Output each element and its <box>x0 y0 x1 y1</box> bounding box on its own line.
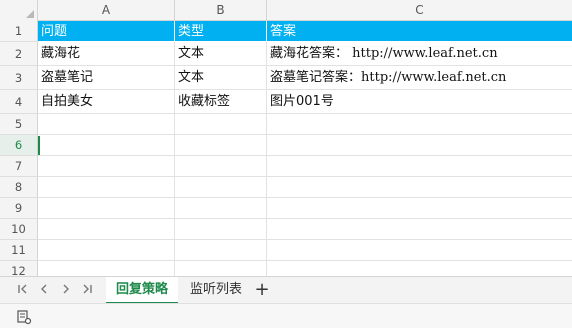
last-sheet-icon[interactable] <box>78 282 96 300</box>
cell-b5[interactable] <box>175 114 267 135</box>
cell-a2[interactable]: 藏海花 <box>38 42 175 66</box>
row-header-7[interactable]: 7 <box>0 156 38 177</box>
cell-a12[interactable] <box>38 261 175 276</box>
column-header-b[interactable]: B <box>175 0 267 21</box>
cell-c1[interactable]: 答案 <box>267 21 572 42</box>
status-bar <box>0 303 572 328</box>
row-header-11[interactable]: 11 <box>0 240 38 261</box>
column-header-a[interactable]: A <box>38 0 175 21</box>
cell-c3-prefix: 盗墓笔记答案： <box>270 70 362 85</box>
cell-c3[interactable]: 盗墓笔记答案：http://www.leaf.net.cn <box>267 66 572 90</box>
active-cell-indicator <box>38 136 40 155</box>
cell-a1[interactable]: 问题 <box>38 21 175 42</box>
cell-c12[interactable] <box>267 261 572 276</box>
select-all-corner[interactable] <box>0 0 38 21</box>
prev-sheet-icon[interactable] <box>35 282 53 300</box>
cell-c3-url: http://www.leaf.net.cn <box>361 70 507 85</box>
cell-b10[interactable] <box>175 219 267 240</box>
row-header-2[interactable]: 2 <box>0 42 38 66</box>
sheet-tab-reply-strategy[interactable]: 回复策略 <box>106 277 179 304</box>
cell-b8[interactable] <box>175 177 267 198</box>
next-sheet-icon[interactable] <box>57 282 75 300</box>
cell-a10[interactable] <box>38 219 175 240</box>
cell-b2[interactable]: 文本 <box>175 42 267 66</box>
cell-a3[interactable]: 盗墓笔记 <box>38 66 175 90</box>
cell-a6[interactable] <box>38 135 175 156</box>
row-header-10[interactable]: 10 <box>0 219 38 240</box>
first-sheet-icon[interactable] <box>14 282 32 300</box>
sheet-tab-listen-list[interactable]: 监听列表 <box>180 277 252 304</box>
cell-c8[interactable] <box>267 177 572 198</box>
add-sheet-button[interactable]: + <box>252 280 272 300</box>
sheet-tab-bar: 回复策略 监听列表 + <box>0 276 572 304</box>
row-header-4[interactable]: 4 <box>0 90 38 114</box>
cell-b12[interactable] <box>175 261 267 276</box>
cell-c9[interactable] <box>267 198 572 219</box>
row-header-12[interactable]: 12 <box>0 261 38 276</box>
cell-c2-url: http://www.leaf.net.cn <box>352 46 498 61</box>
cell-a11[interactable] <box>38 240 175 261</box>
macro-record-icon[interactable] <box>16 309 32 325</box>
cell-c10[interactable] <box>267 219 572 240</box>
cell-c4[interactable]: 图片001号 <box>267 90 572 114</box>
cell-b4[interactable]: 收藏标签 <box>175 90 267 114</box>
column-header-c[interactable]: C <box>267 0 572 21</box>
cell-b9[interactable] <box>175 198 267 219</box>
cell-a9[interactable] <box>38 198 175 219</box>
cell-a4[interactable]: 自拍美女 <box>38 90 175 114</box>
cell-a7[interactable] <box>38 156 175 177</box>
cell-b11[interactable] <box>175 240 267 261</box>
cell-c7[interactable] <box>267 156 572 177</box>
cell-b1[interactable]: 类型 <box>175 21 267 42</box>
spreadsheet-grid[interactable]: A B C 1 2 3 4 5 6 7 8 9 10 11 12 13 问题 类… <box>0 0 572 276</box>
row-header-6[interactable]: 6 <box>0 135 38 156</box>
cell-a8[interactable] <box>38 177 175 198</box>
row-header-3[interactable]: 3 <box>0 66 38 90</box>
row-header-5[interactable]: 5 <box>0 114 38 135</box>
cell-c2-prefix: 藏海花答案： <box>270 46 349 61</box>
cell-c11[interactable] <box>267 240 572 261</box>
cell-b3[interactable]: 文本 <box>175 66 267 90</box>
cell-c5[interactable] <box>267 114 572 135</box>
cell-a5[interactable] <box>38 114 175 135</box>
cell-c6[interactable] <box>267 135 572 156</box>
cell-b6[interactable] <box>175 135 267 156</box>
row-header-8[interactable]: 8 <box>0 177 38 198</box>
row-header-9[interactable]: 9 <box>0 198 38 219</box>
row-header-1[interactable]: 1 <box>0 21 38 42</box>
cell-b7[interactable] <box>175 156 267 177</box>
cell-c2[interactable]: 藏海花答案： http://www.leaf.net.cn <box>267 42 572 66</box>
